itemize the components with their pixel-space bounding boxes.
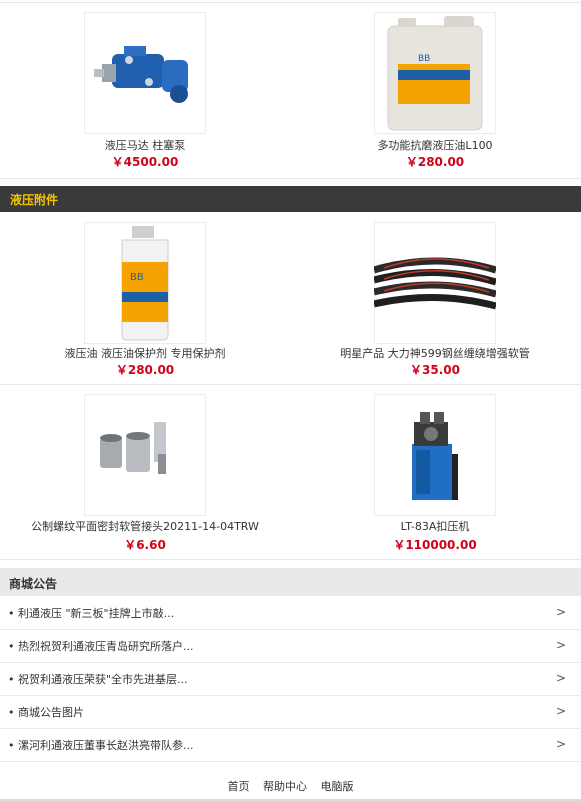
footer-link-pc[interactable]: 电脑版 — [321, 780, 354, 793]
product-price: ￥35.00 — [410, 363, 460, 377]
hydraulic-pump-image[interactable] — [84, 12, 206, 134]
notice-item[interactable]: • 热烈祝贺利通液压青岛研究所落户... > — [0, 629, 581, 663]
hose-image[interactable] — [373, 222, 497, 344]
product-price: ￥4500.00 — [111, 155, 179, 169]
footer-link-home[interactable]: 首页 — [228, 780, 250, 793]
product-name[interactable]: 多功能抗磨液压油L100 — [290, 137, 580, 153]
notice-title: 商城公告 — [9, 577, 58, 591]
product-price: ￥280.00 — [405, 155, 465, 169]
footer-link-help[interactable]: 帮助中心 — [263, 780, 307, 793]
notice-item[interactable]: • 利通液压 "新三板"挂牌上市敲... > — [0, 596, 581, 630]
product-row-top: 液压马达 柱塞泵 ￥4500.00 BB 多功能抗磨液压油L100 ￥280.0… — [0, 0, 581, 178]
notice-item[interactable]: • 祝贺利通液压荣获"全市先进基层... > — [0, 662, 581, 696]
crimping-machine-image[interactable] — [374, 394, 496, 516]
notice-text[interactable]: • 祝贺利通液压荣获"全市先进基层... — [8, 671, 188, 687]
svg-text:BB: BB — [418, 54, 430, 64]
notice-text[interactable]: • 漯河利通液压董事长赵洪亮带队参... — [8, 737, 194, 753]
chevron-right-icon: > — [555, 605, 566, 619]
notice-item[interactable]: • 商城公告图片 > — [0, 695, 581, 729]
product-card[interactable]: LT-83A扣压机 ￥110000.00 — [290, 385, 580, 559]
notice-text[interactable]: • 利通液压 "新三板"挂牌上市敲... — [8, 605, 174, 621]
product-name[interactable]: 液压油 液压油保护剂 专用保护剂 — [0, 345, 290, 361]
chevron-right-icon: > — [555, 638, 566, 652]
category-title[interactable]: 液压附件 — [10, 191, 58, 208]
divider — [0, 178, 581, 179]
notice-header: 商城公告 — [0, 568, 581, 596]
product-name[interactable]: 明星产品 大力神599钢丝缠绕增强软管 — [290, 345, 580, 361]
divider — [0, 559, 581, 560]
product-card[interactable]: 公制螺纹平面密封软管接头20211-14-04TRW ￥6.60 — [0, 385, 290, 559]
hose-fitting-image[interactable] — [84, 394, 206, 516]
product-name[interactable]: LT-83A扣压机 — [290, 518, 580, 534]
notice-text[interactable]: • 热烈祝贺利通液压青岛研究所落户... — [8, 638, 194, 654]
chevron-right-icon: > — [555, 671, 566, 685]
product-name[interactable]: 公制螺纹平面密封软管接头20211-14-04TRW — [0, 518, 290, 534]
svg-text:BB: BB — [130, 272, 144, 283]
product-card[interactable]: 液压马达 柱塞泵 ￥4500.00 — [0, 0, 290, 178]
product-price: ￥6.60 — [124, 538, 166, 552]
product-price: ￥280.00 — [115, 363, 175, 377]
notice-text[interactable]: • 商城公告图片 — [8, 704, 84, 720]
product-name[interactable]: 液压马达 柱塞泵 — [0, 137, 290, 153]
chevron-right-icon: > — [555, 704, 566, 718]
product-card[interactable]: BB 液压油 液压油保护剂 专用保护剂 ￥280.00 — [0, 212, 290, 384]
category-bar[interactable]: 液压附件 — [0, 186, 581, 212]
product-price: ￥110000.00 — [393, 538, 477, 552]
oil-bottle-image[interactable]: BB — [84, 222, 206, 344]
footer-nav: 首页 帮助中心 电脑版 — [0, 778, 581, 794]
product-card[interactable]: BB 多功能抗磨液压油L100 ￥280.00 — [290, 0, 580, 178]
chevron-right-icon: > — [555, 737, 566, 751]
oil-drum-image[interactable]: BB — [374, 12, 496, 134]
product-card[interactable]: 明星产品 大力神599钢丝缠绕增强软管 ￥35.00 — [290, 212, 580, 384]
notice-item[interactable]: • 漯河利通液压董事长赵洪亮带队参... > — [0, 728, 581, 762]
